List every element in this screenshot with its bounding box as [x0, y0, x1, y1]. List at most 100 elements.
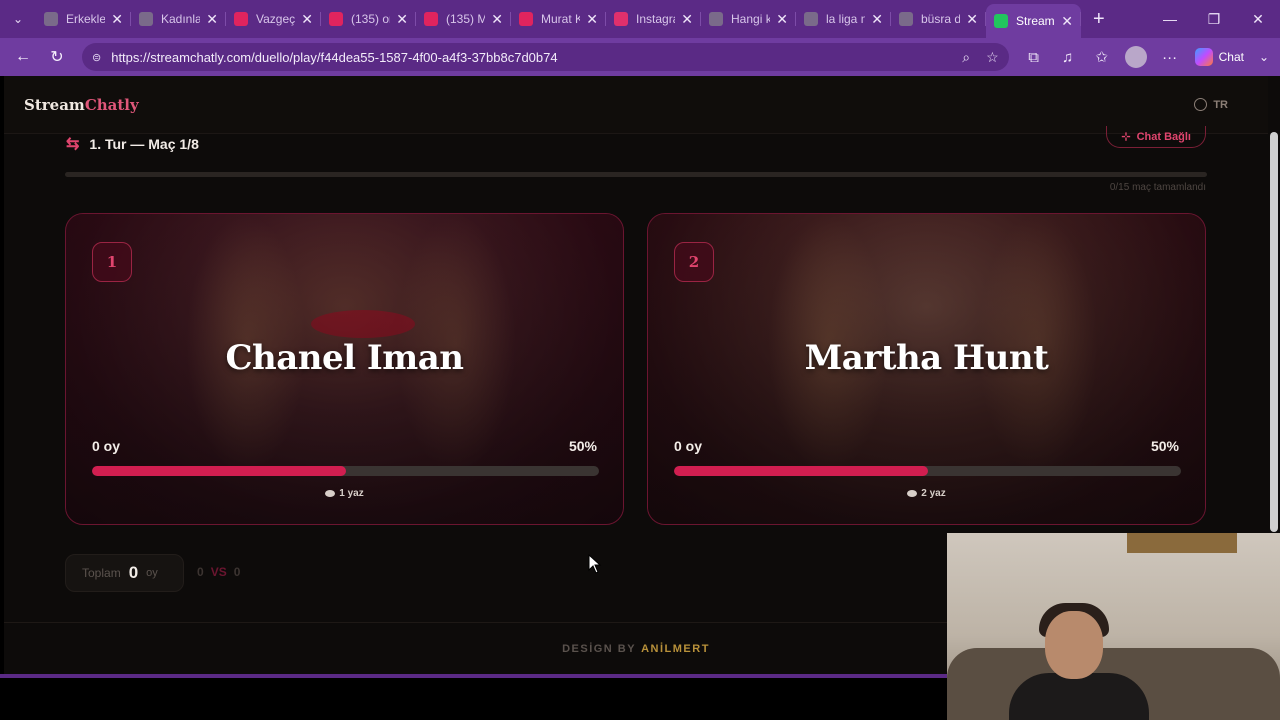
tab-label: (135) on — [351, 12, 390, 26]
tab-label: Kadınlar — [161, 12, 201, 26]
url-text: https://streamchatly.com/duello/play/f44… — [111, 49, 558, 65]
tab-label: Murat K — [541, 12, 581, 26]
round-header: ⇆ 1. Tur — Maç 1/8 ⊹ Chat Bağlı — [66, 126, 1206, 168]
contestant-number-badge: 2 — [674, 242, 714, 282]
contestant-number-badge: 1 — [92, 242, 132, 282]
browser-tab[interactable]: (135) Mo ✕ — [416, 4, 511, 34]
footer-author[interactable]: ANİLMERT — [641, 643, 710, 655]
browser-tab[interactable]: büsra d ✕ — [891, 4, 986, 34]
logo-accent-text: Chatly — [84, 96, 139, 114]
vote-bar-fill — [674, 466, 928, 476]
contestant-card-1[interactable]: 1 Chanel Iman 0 oy 50% 1 yaz — [65, 213, 624, 525]
tab-close-icon[interactable]: ✕ — [206, 11, 218, 28]
vote-hint-text: 2 yaz — [921, 488, 946, 499]
new-tab-plus-icon[interactable]: + — [1093, 8, 1105, 31]
tab-close-icon[interactable]: ✕ — [681, 11, 693, 28]
window-controls: — ❐ ✕ — [1148, 11, 1280, 28]
tab-favicon-icon — [709, 12, 723, 26]
tab-list-chevron-icon[interactable]: ⌄ — [0, 0, 36, 38]
chat-connected-badge[interactable]: ⊹ Chat Bağlı — [1106, 126, 1206, 148]
tab-favicon-icon — [899, 12, 913, 26]
wall-picture — [1127, 533, 1237, 553]
back-arrow-icon[interactable]: ← — [6, 48, 40, 66]
more-menu-icon[interactable]: ··· — [1153, 49, 1187, 66]
tab-label: la liga n — [826, 12, 866, 26]
footer-prefix: DESİGN BY — [562, 642, 637, 655]
vote-bar — [92, 466, 599, 476]
plug-icon: ⊹ — [1121, 131, 1131, 143]
profile-avatar[interactable] — [1124, 46, 1147, 68]
vote-count: 0 oy — [92, 438, 121, 454]
copilot-chat-button[interactable]: Chat — [1194, 48, 1244, 66]
streamer-body — [1009, 673, 1149, 720]
contestant-card-2[interactable]: 2 Martha Hunt 0 oy 50% 2 yaz — [647, 213, 1206, 525]
browser-tab[interactable]: Kadınlar ✕ — [131, 4, 226, 34]
close-window-icon[interactable]: ✕ — [1236, 11, 1280, 28]
zoom-icon[interactable]: ⌕ — [962, 49, 970, 66]
browser-tab[interactable]: StreamC ✕ — [986, 4, 1081, 38]
tab-label: Vazgeçi — [256, 12, 296, 26]
contestant-name: Martha Hunt — [804, 338, 1049, 378]
extensions-puzzle-icon[interactable]: ⧉ — [1017, 49, 1051, 66]
language-switch[interactable]: TR — [1194, 98, 1228, 111]
logo-main-text: Stream — [24, 96, 85, 114]
maximize-icon[interactable]: ❐ — [1192, 11, 1236, 28]
tab-favicon-icon — [44, 12, 58, 26]
tab-close-icon[interactable]: ✕ — [871, 11, 883, 28]
vote-percentage: 50% — [568, 438, 597, 454]
reload-icon[interactable]: ↻ — [40, 47, 74, 67]
scrollbar-thumb[interactable] — [1270, 132, 1278, 532]
vote-hint: 1 yaz — [66, 488, 623, 499]
chat-connected-label: Chat Bağlı — [1136, 131, 1191, 143]
url-field[interactable]: ⊜ https://streamchatly.com/duello/play/f… — [82, 43, 1009, 71]
tab-favicon-icon — [804, 12, 818, 26]
tab-close-icon[interactable]: ✕ — [1061, 13, 1073, 30]
media-icon[interactable]: ♫ — [1051, 49, 1085, 66]
window-frame-edge — [0, 674, 948, 678]
tab-close-icon[interactable]: ✕ — [491, 11, 503, 28]
tab-close-icon[interactable]: ✕ — [396, 11, 408, 28]
tab-label: (135) Mo — [446, 12, 486, 26]
total-unit: oy — [146, 567, 158, 579]
browser-tab[interactable]: Murat K ✕ — [511, 4, 606, 34]
site-logo[interactable]: StreamChatly — [24, 96, 139, 114]
browser-tab[interactable]: la liga n ✕ — [796, 4, 891, 34]
tab-favicon-icon — [424, 12, 438, 26]
tab-close-icon[interactable]: ✕ — [776, 11, 788, 28]
tab-close-icon[interactable]: ✕ — [586, 11, 598, 28]
browser-tab[interactable]: Hangi k ✕ — [701, 4, 796, 34]
tab-favicon-icon — [234, 12, 248, 26]
round-title-text: 1. Tur — Maç 1/8 — [89, 136, 199, 152]
address-bar-row: ← ↻ ⊜ https://streamchatly.com/duello/pl… — [0, 38, 1280, 76]
minimize-icon[interactable]: — — [1148, 11, 1192, 28]
chevron-down-icon[interactable]: ⌄ — [1254, 50, 1274, 64]
contestant-name: Chanel Iman — [225, 338, 464, 378]
mouse-cursor-icon — [588, 553, 602, 574]
favorite-star-icon[interactable]: ☆ — [986, 49, 999, 66]
vote-percentage: 50% — [1150, 438, 1179, 454]
webcam-overlay — [947, 533, 1280, 720]
browser-tab-bar: ⌄ Erkekler✕Kadınlar✕Vazgeçi✕(135) on✕(13… — [0, 0, 1280, 38]
total-label: Toplam — [82, 566, 121, 580]
tournament-progress-bar — [65, 172, 1207, 177]
site-info-icon[interactable]: ⊜ — [92, 51, 101, 64]
tab-label: Erkekler — [66, 12, 106, 26]
tab-close-icon[interactable]: ✕ — [111, 11, 123, 28]
chat-bubble-icon — [325, 489, 336, 497]
tab-label: büsra d — [921, 12, 961, 26]
vote-hint: 2 yaz — [648, 488, 1205, 499]
vote-bar-fill — [92, 466, 346, 476]
tab-label: Instagram — [636, 12, 675, 26]
total-votes-box: Toplam 0 oy — [65, 554, 184, 592]
tab-close-icon[interactable]: ✕ — [301, 11, 313, 28]
vs-label: VS — [210, 565, 227, 579]
browser-tab[interactable]: Instagram ✕ — [606, 4, 701, 34]
favorites-icon[interactable]: ✩ — [1085, 48, 1119, 66]
tab-label: Hangi k — [731, 12, 771, 26]
browser-tab[interactable]: Erkekler ✕ — [36, 4, 131, 34]
score-left: 0 — [197, 565, 204, 579]
tab-close-icon[interactable]: ✕ — [966, 11, 978, 28]
browser-tab[interactable]: (135) on ✕ — [321, 4, 416, 34]
copilot-icon — [1194, 48, 1213, 66]
browser-tab[interactable]: Vazgeçi ✕ — [226, 4, 321, 34]
